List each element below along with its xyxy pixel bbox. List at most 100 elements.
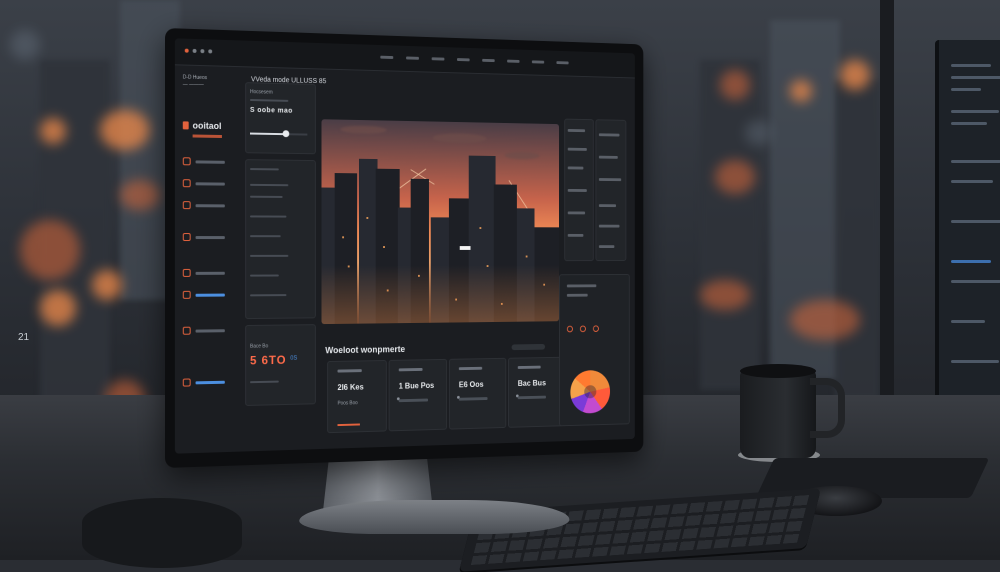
code-line (951, 320, 985, 323)
blurred-building (835, 80, 880, 400)
widget-caption (398, 367, 423, 372)
menu-item[interactable] (431, 57, 445, 61)
bokeh-light (700, 280, 750, 310)
menu-item[interactable] (482, 58, 495, 63)
widgets-title: Woeloot wonpmerte (325, 344, 406, 356)
blurred-cup (82, 498, 242, 568)
stat-card: Bace Bo 5 6TO 0S (245, 324, 316, 406)
bokeh-light (120, 180, 160, 210)
sidebar-item-4[interactable] (182, 226, 240, 248)
menu-item[interactable] (380, 55, 394, 59)
sidebar-nav (182, 150, 240, 394)
sidebar-item-6[interactable] (182, 284, 240, 306)
list-line (250, 183, 289, 187)
bokeh-light (40, 118, 66, 144)
bokeh-light (720, 70, 750, 100)
sidebar-item-1[interactable] (182, 150, 240, 173)
list-line (250, 215, 287, 218)
summary-sub: S oobe mao (250, 106, 293, 115)
widgets-action-button[interactable] (511, 343, 546, 351)
menu-item[interactable] (531, 60, 545, 64)
cloud (504, 151, 540, 160)
stat-line (250, 380, 279, 384)
metrics-column-2 (595, 119, 627, 262)
left-panel: Hocsesem S oobe mao Bace Bo 5 6TO 0S (245, 72, 316, 443)
widget-caption (517, 365, 541, 369)
chart-card (559, 273, 630, 427)
logo-underline (192, 134, 222, 138)
leaf-icon (182, 201, 191, 210)
sidebar-item-7[interactable] (182, 319, 240, 342)
sidebar-item-3[interactable] (182, 194, 240, 216)
stat-label: Bace Bo (250, 343, 269, 350)
sidebar-item-5[interactable] (182, 262, 240, 284)
menu-item[interactable] (556, 61, 569, 65)
metric-line (567, 166, 584, 170)
minimize-dot[interactable] (192, 48, 197, 53)
list-line (250, 195, 283, 198)
metric-line (598, 133, 620, 137)
code-line (951, 122, 987, 125)
check-icon (182, 378, 191, 387)
menu-item[interactable] (406, 56, 419, 60)
code-line (951, 360, 999, 363)
secondary-monitor (935, 40, 1000, 410)
layers-icon (182, 268, 191, 277)
code-line (951, 64, 991, 67)
widget-card-4[interactable]: Bac Bus (508, 356, 565, 428)
summary-slider[interactable] (250, 130, 308, 138)
bokeh-light (10, 30, 40, 60)
widget-card-2[interactable]: 1 Bue Pos (388, 358, 448, 432)
legend-dot (592, 325, 599, 332)
chart-caption (566, 293, 588, 297)
widget-accent (337, 423, 360, 427)
brand-line-2: — ——— (182, 81, 204, 88)
target-icon (182, 326, 191, 335)
widget-card-3[interactable]: E6 Oos (448, 357, 507, 430)
widget-card-1[interactable]: 2I6 Kes Poos Boo (327, 359, 387, 434)
code-line (951, 160, 1000, 163)
widget-value: Bac Bus (517, 378, 546, 388)
bokeh-light (40, 290, 76, 326)
widget-detail (458, 397, 488, 401)
maximize-dot[interactable] (200, 49, 205, 54)
metric-line (567, 233, 584, 237)
list-line (250, 254, 289, 257)
code-line (951, 180, 993, 183)
mug-handle (810, 378, 845, 438)
hero-city-image[interactable] (321, 119, 560, 325)
metric-line (567, 211, 586, 215)
bell-icon (182, 290, 191, 299)
window-light (366, 217, 369, 219)
close-dot[interactable] (184, 48, 189, 53)
sidebar-item-2[interactable] (182, 172, 240, 194)
sidebar-item-8[interactable] (182, 371, 240, 394)
window-light (525, 255, 528, 258)
menu-item[interactable] (507, 59, 520, 63)
window-light (383, 246, 385, 248)
refresh-icon (182, 233, 191, 242)
widget-value: 1 Bue Pos (398, 381, 435, 391)
bokeh-light (92, 270, 122, 300)
widget-value: 2I6 Kes (337, 382, 364, 393)
stat-value: 5 6TO (250, 352, 287, 368)
monitor-screen: D-D Hueos — ——— ooitaol VVeda mode ULLUS… (174, 38, 635, 454)
bokeh-light (840, 60, 870, 90)
menu-item[interactable] (457, 58, 470, 62)
sidebar-item-label (195, 203, 225, 207)
sidebar-item-label (195, 380, 225, 384)
widget-caption (458, 366, 483, 371)
sidebar-item-label (195, 159, 225, 164)
metric-line (598, 224, 620, 228)
widget-label: Poos Boo (337, 400, 358, 407)
code-line (951, 76, 1000, 79)
logo[interactable]: ooitaol (182, 120, 222, 132)
metric-line (598, 245, 615, 248)
sidebar-item-label (195, 293, 225, 297)
code-line (951, 280, 1000, 283)
chart-caption (566, 284, 597, 288)
code-line (951, 88, 981, 91)
logo-text: ooitaol (192, 120, 222, 132)
extra-dot[interactable] (208, 49, 213, 54)
widget-detail (517, 395, 546, 400)
